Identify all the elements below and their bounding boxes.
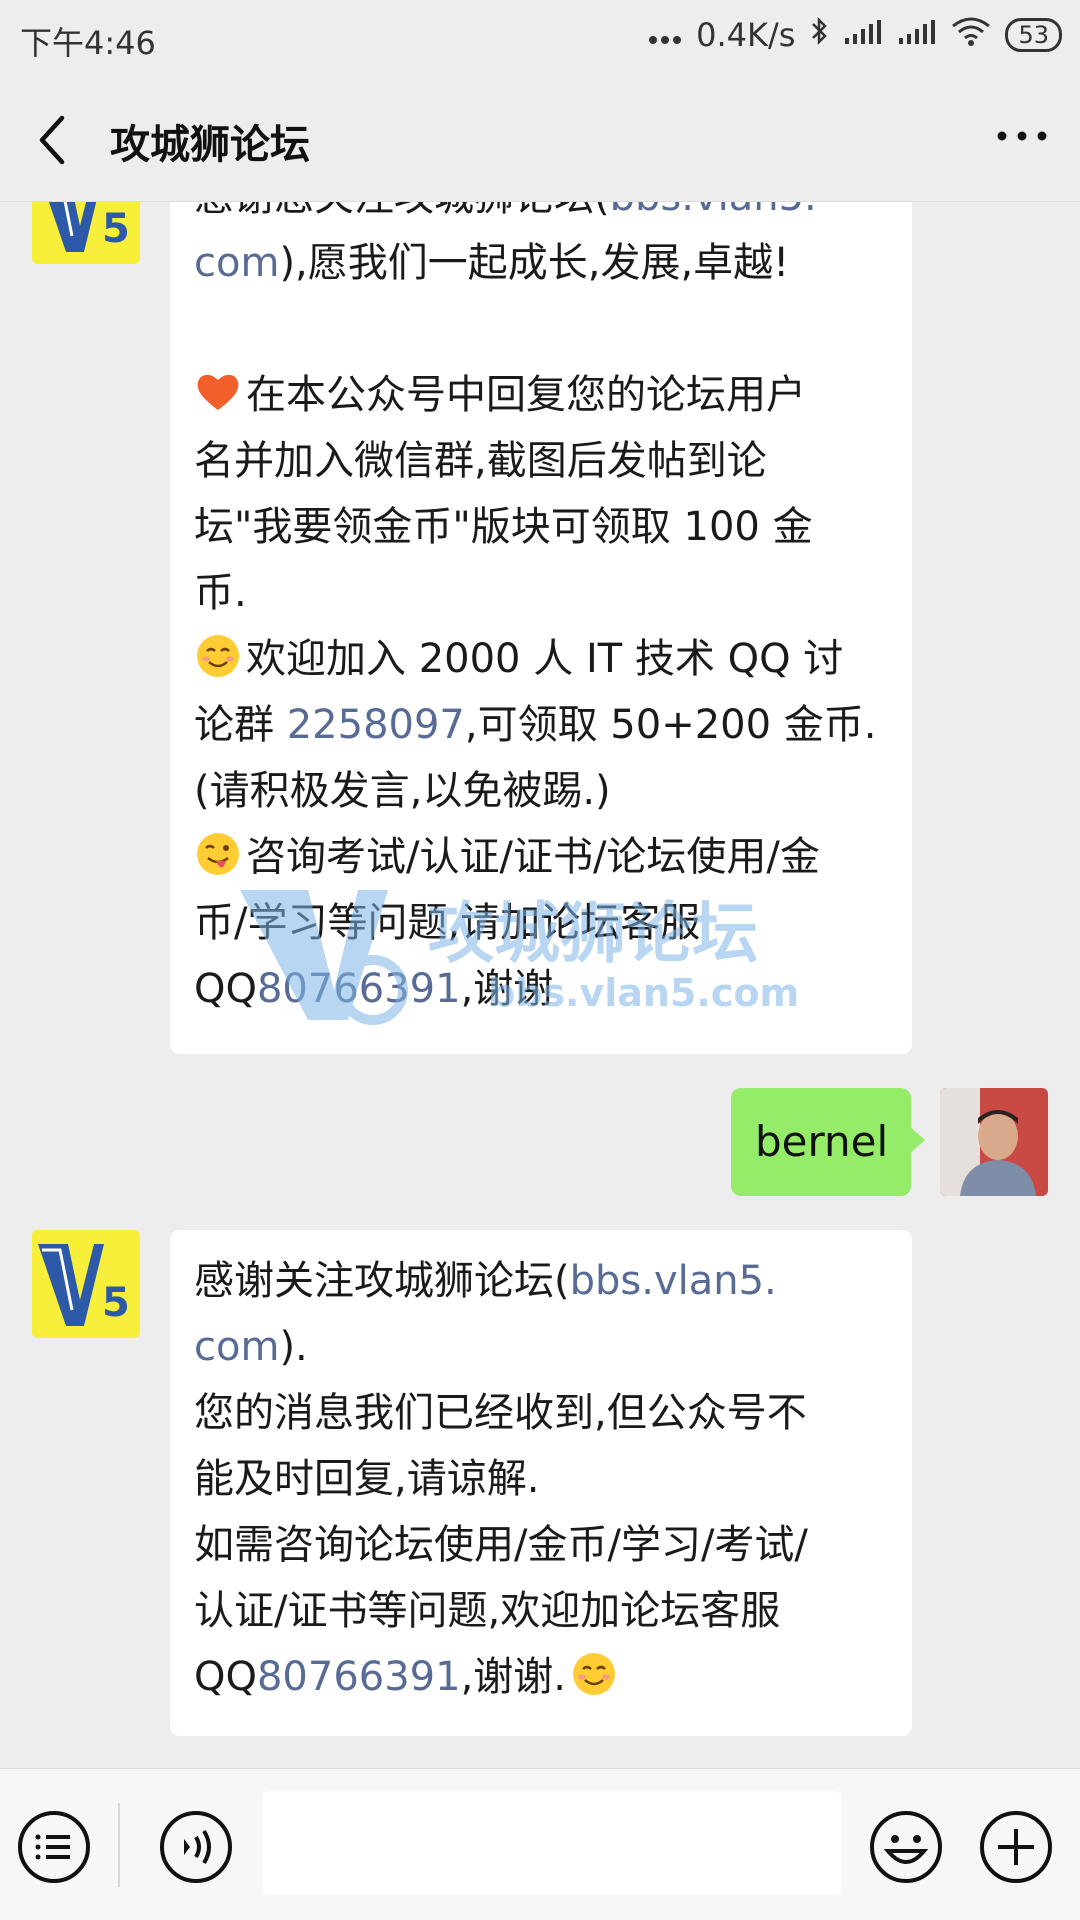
wifi-icon	[951, 16, 991, 54]
forum-link-2[interactable]: bbs.vlan5.	[570, 1258, 777, 1304]
msg1-p2-line3: 坛"我要领金币"版块可领取 100 金	[194, 504, 813, 550]
msg1-p2-line4: 币.	[194, 570, 247, 616]
wink-tongue-emoji-icon	[197, 833, 239, 875]
message-bubble-auto-reply[interactable]: 感谢关注攻城狮论坛(bbs.vlan5. com). 您的消息我们已经收到,但公…	[170, 1230, 912, 1736]
plus-icon[interactable]	[978, 1809, 1054, 1889]
emoji-icon[interactable]	[868, 1809, 944, 1889]
qq-group-link[interactable]: 2258097	[287, 702, 465, 748]
input-bar	[0, 1768, 1080, 1920]
forum-link[interactable]: bbs.vlan5.	[610, 202, 817, 220]
msg1-p4-line1: 咨询考试/认证/证书/论坛使用/金	[194, 824, 888, 890]
my-avatar[interactable]	[940, 1088, 1048, 1196]
my-message-text: bernel	[755, 1117, 889, 1166]
msg1-p4-line3: QQ80766391,谢谢	[194, 966, 554, 1012]
cell-signal-2-icon	[897, 16, 937, 54]
menu-list-icon[interactable]	[16, 1809, 92, 1889]
msg3-line4: 能及时回复,请谅解.	[194, 1456, 540, 1502]
chat-header: 攻城狮论坛	[0, 76, 1080, 202]
smile-emoji-icon-2	[573, 1653, 615, 1695]
msg1-line2: com),愿我们一起成长,发展,卓越!	[194, 240, 790, 286]
status-bar: 下午4:46 0.4K/s 53	[0, 0, 1080, 76]
chat-messages[interactable]: 5 感谢您关注攻城狮论坛(bbs.vlan5. com),愿我们一起成长,发展,…	[0, 202, 1080, 1768]
signal-dots-icon	[648, 16, 682, 54]
forum-link-2-com[interactable]: com	[194, 1324, 279, 1370]
bot-avatar[interactable]: 5	[32, 202, 140, 264]
page-title: 攻城狮论坛	[110, 122, 310, 168]
msg1-p4-line2: 币/学习等问题,请加论坛客服	[194, 900, 701, 946]
battery-indicator: 53	[1005, 18, 1062, 52]
msg1-p3-line3: (请积极发言,以免被踢.)	[194, 768, 611, 814]
svg-text:5: 5	[102, 206, 130, 252]
msg3-line3: 您的消息我们已经收到,但公众号不	[194, 1390, 807, 1436]
forum-link-com[interactable]: com	[194, 240, 279, 286]
message-input[interactable]	[262, 1791, 842, 1895]
my-message-bubble[interactable]: bernel	[731, 1088, 925, 1196]
status-time: 下午4:46	[20, 24, 156, 62]
heart-emoji-icon	[197, 374, 239, 410]
msg1-p3-line1: 欢迎加入 2000 人 IT 技术 QQ 讨	[194, 626, 888, 692]
smile-emoji-icon	[197, 635, 239, 677]
msg1-p2-line2: 名并加入微信群,截图后发帖到论	[194, 438, 767, 484]
voice-icon[interactable]	[158, 1809, 234, 1889]
message-bubble-welcome[interactable]: 感谢您关注攻城狮论坛(bbs.vlan5. com),愿我们一起成长,发展,卓越…	[170, 202, 912, 1054]
msg3-line2: com).	[194, 1324, 308, 1370]
msg3-line6: 认证/证书等问题,欢迎加论坛客服	[194, 1588, 781, 1634]
qq-service-link[interactable]: 80766391	[257, 966, 461, 1012]
msg3-line1: 感谢关注攻城狮论坛(bbs.vlan5.	[194, 1258, 777, 1304]
input-divider	[118, 1803, 120, 1887]
msg1-line1: 感谢您关注攻城狮论坛(bbs.vlan5.	[194, 202, 888, 230]
msg3-line5: 如需咨询论坛使用/金币/学习/考试/	[194, 1522, 808, 1568]
bluetooth-icon	[809, 16, 829, 54]
msg1-p3-line2: 论群 2258097,可领取 50+200 金币.	[194, 702, 877, 748]
msg3-line7: QQ80766391,谢谢.	[194, 1644, 888, 1710]
more-dots-icon[interactable]	[992, 106, 1052, 166]
cell-signal-icon	[843, 16, 883, 54]
back-arrow-icon[interactable]	[32, 112, 82, 168]
bot-avatar-2[interactable]: 5	[32, 1230, 140, 1338]
status-icons: 0.4K/s 53	[648, 16, 1062, 54]
svg-text:5: 5	[102, 1280, 130, 1326]
qq-service-link-2[interactable]: 80766391	[257, 1654, 461, 1700]
msg1-p2-line1: 在本公众号中回复您的论坛用户	[194, 362, 888, 428]
network-speed: 0.4K/s	[696, 16, 796, 54]
